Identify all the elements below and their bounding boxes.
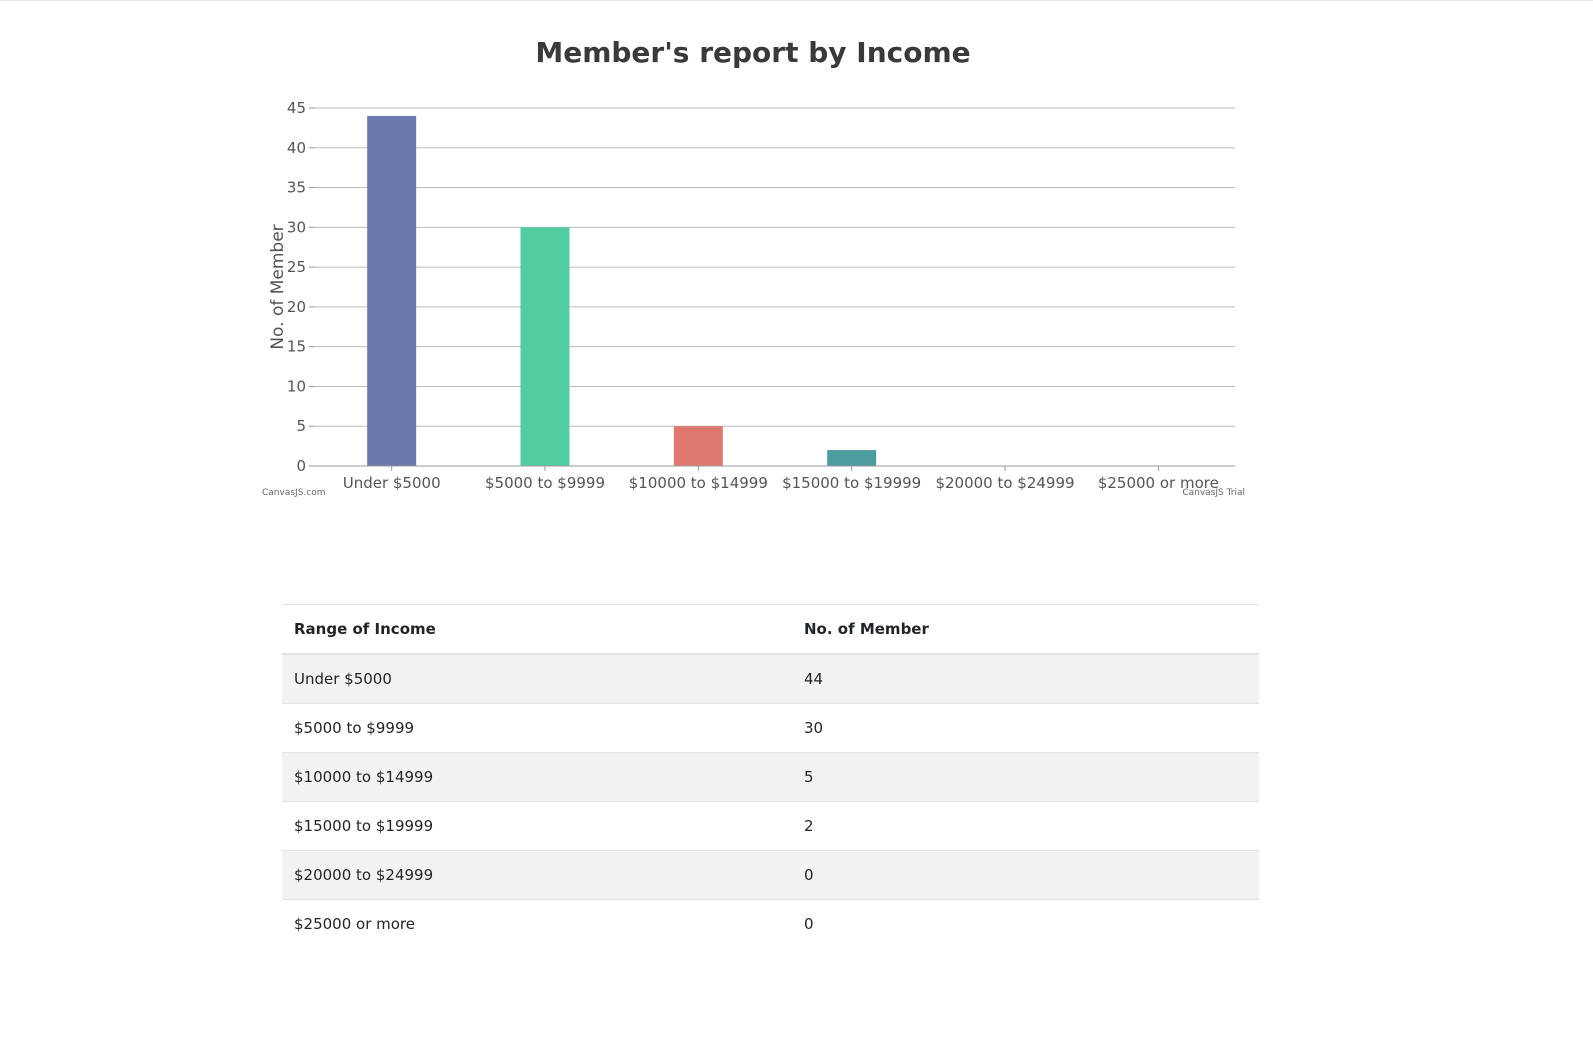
chart-svg: Member's report by Income 0 5 10 15 20 25 30 35… <box>262 36 1245 498</box>
x-tick-label: $10000 to $14999 <box>629 474 768 492</box>
y-tick-label: 20 <box>287 298 306 316</box>
income-table: Range of Income No. of Member Under $500… <box>282 604 1259 948</box>
bar <box>520 227 570 466</box>
y-tick-label: 0 <box>296 457 306 475</box>
x-tick-label: $15000 to $19999 <box>782 474 921 492</box>
y-tick-label: 25 <box>287 258 306 276</box>
cell-income-range: $5000 to $9999 <box>282 703 792 753</box>
table-row: $15000 to $19999 2 <box>282 801 1259 851</box>
header-no-of-member: No. of Member <box>792 604 1259 655</box>
cell-income-range: Under $5000 <box>282 653 792 704</box>
x-tick-label: $20000 to $24999 <box>935 474 1074 492</box>
y-tick-label: 40 <box>287 139 306 157</box>
bar <box>827 450 877 466</box>
table-row: $10000 to $14999 5 <box>282 752 1259 802</box>
cell-member-count: 5 <box>792 752 1259 802</box>
cell-member-count: 0 <box>792 899 1259 948</box>
table-header-row: Range of Income No. of Member <box>282 604 1259 655</box>
header-range-of-income: Range of Income <box>282 604 792 655</box>
chart-title: Member's report by Income <box>535 36 970 69</box>
page-top-border <box>0 0 1593 1</box>
y-tick-label: 45 <box>287 99 306 117</box>
cell-income-range: $10000 to $14999 <box>282 752 792 802</box>
table-row: $25000 or more 0 <box>282 899 1259 948</box>
cell-income-range: $15000 to $19999 <box>282 801 792 851</box>
table-row: Under $5000 44 <box>282 653 1259 704</box>
y-tick-label: 10 <box>287 377 306 395</box>
cell-income-range: $20000 to $24999 <box>282 850 792 900</box>
y-tick-label: 15 <box>287 338 306 356</box>
y-axis-title: No. of Member <box>268 224 288 349</box>
x-tick-label: $5000 to $9999 <box>485 474 605 492</box>
credit-left: CanvasJS.com <box>262 488 325 498</box>
table-row: $5000 to $9999 30 <box>282 703 1259 753</box>
cell-income-range: $25000 or more <box>282 899 792 948</box>
cell-member-count: 2 <box>792 801 1259 851</box>
grid-layer <box>315 107 1235 427</box>
bar <box>673 426 723 466</box>
cell-member-count: 44 <box>792 653 1259 704</box>
credit-right: CanvasJS Trial <box>1182 488 1245 498</box>
axis-layer: 0 5 10 15 20 25 30 35 40 45 Under $5000 $5000 to $9… <box>287 99 1235 492</box>
y-tick-label: 35 <box>287 179 306 197</box>
bar-layer <box>367 115 877 466</box>
income-chart: Member's report by Income 0 5 10 15 20 25 30 35… <box>262 20 1252 510</box>
cell-member-count: 0 <box>792 850 1259 900</box>
x-tick-label: Under $5000 <box>343 474 441 492</box>
table-row: $20000 to $24999 0 <box>282 850 1259 900</box>
y-tick-label: 5 <box>296 417 306 435</box>
bar <box>367 115 417 466</box>
cell-member-count: 30 <box>792 703 1259 753</box>
y-tick-label: 30 <box>287 218 306 236</box>
